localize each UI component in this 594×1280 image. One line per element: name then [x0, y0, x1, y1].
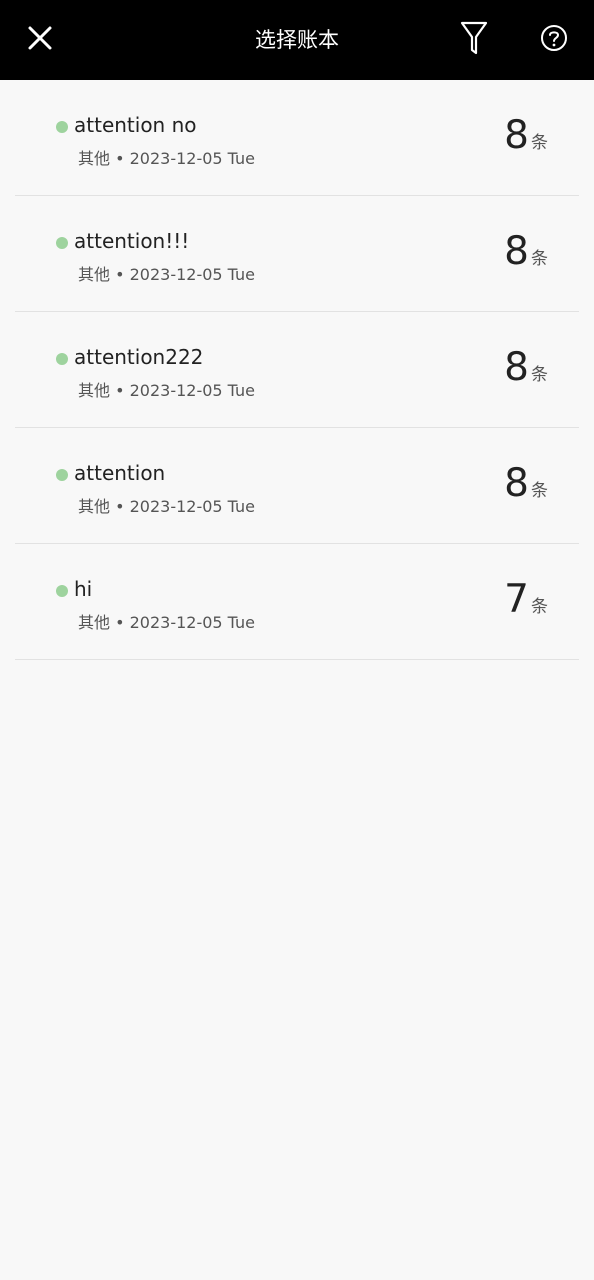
book-meta: 其他 • 2023-12-05 Tue — [78, 381, 256, 400]
book-name: attention — [74, 461, 166, 485]
book-name: attention no — [74, 113, 197, 137]
page-title: 选择账本 — [255, 28, 339, 52]
filter-button[interactable] — [452, 18, 496, 62]
status-dot — [56, 237, 68, 249]
count-value: 8 — [504, 461, 529, 506]
book-list: attention no 其他 • 2023-12-05 Tue 8 条 att… — [15, 80, 579, 660]
record-count: 8 条 — [504, 116, 548, 155]
list-item[interactable]: attention 其他 • 2023-12-05 Tue 8 条 — [15, 428, 579, 544]
count-unit: 条 — [531, 365, 548, 385]
list-item[interactable]: hi 其他 • 2023-12-05 Tue 7 条 — [15, 544, 579, 660]
book-meta: 其他 • 2023-12-05 Tue — [78, 613, 256, 632]
book-name: attention222 — [74, 345, 204, 369]
filter-icon — [460, 20, 488, 60]
status-dot — [56, 469, 68, 481]
record-count: 7 条 — [504, 580, 548, 619]
book-meta: 其他 • 2023-12-05 Tue — [78, 149, 256, 168]
record-count: 8 条 — [504, 464, 548, 503]
book-name: attention!!! — [74, 229, 190, 253]
count-value: 8 — [504, 345, 529, 390]
count-value: 8 — [504, 113, 529, 158]
status-dot — [56, 353, 68, 365]
close-button[interactable] — [20, 20, 60, 60]
count-unit: 条 — [531, 597, 548, 617]
list-item[interactable]: attention!!! 其他 • 2023-12-05 Tue 8 条 — [15, 196, 579, 312]
close-icon — [27, 25, 53, 55]
book-name: hi — [74, 577, 93, 601]
status-dot — [56, 585, 68, 597]
count-value: 7 — [504, 577, 529, 622]
count-unit: 条 — [531, 481, 548, 501]
record-count: 8 条 — [504, 348, 548, 387]
list-item[interactable]: attention222 其他 • 2023-12-05 Tue 8 条 — [15, 312, 579, 428]
record-count: 8 条 — [504, 232, 548, 271]
list-item[interactable]: attention no 其他 • 2023-12-05 Tue 8 条 — [15, 80, 579, 196]
help-button[interactable] — [532, 18, 576, 62]
top-bar: 选择账本 — [0, 0, 594, 80]
book-meta: 其他 • 2023-12-05 Tue — [78, 265, 256, 284]
count-value: 8 — [504, 229, 529, 274]
count-unit: 条 — [531, 133, 548, 153]
help-icon — [540, 24, 568, 56]
count-unit: 条 — [531, 249, 548, 269]
book-meta: 其他 • 2023-12-05 Tue — [78, 497, 256, 516]
status-dot — [56, 121, 68, 133]
